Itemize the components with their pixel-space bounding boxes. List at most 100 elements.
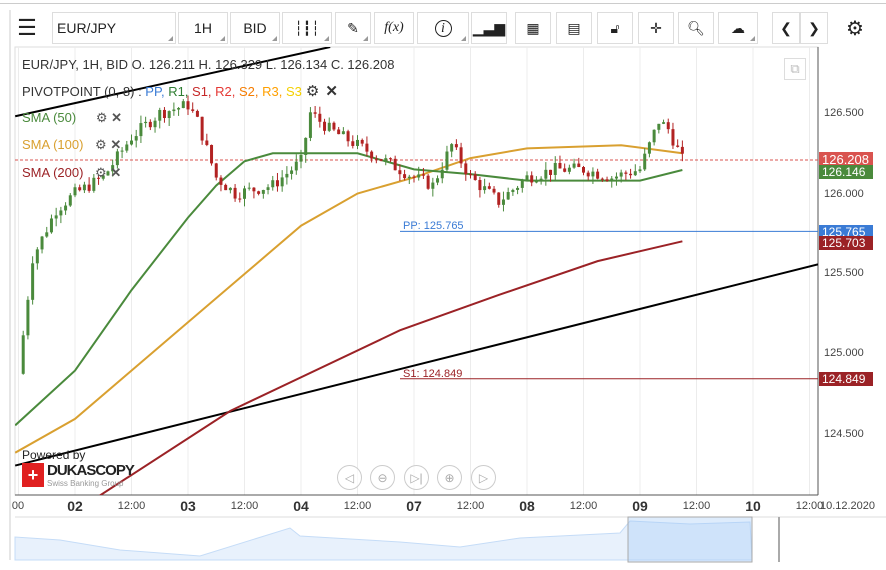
candle-body — [431, 182, 435, 189]
candle-body — [261, 189, 265, 194]
candle-body — [388, 158, 392, 160]
candle-body — [478, 180, 482, 191]
candle-body — [59, 210, 63, 216]
candle-body — [421, 174, 425, 176]
candle-body — [200, 116, 204, 141]
candle-body — [676, 145, 680, 147]
candle-body — [657, 123, 661, 130]
candle-body — [299, 154, 303, 162]
candle-body — [544, 169, 548, 179]
brand-sub: Swiss Banking Group — [47, 479, 124, 488]
scroll-end-button[interactable]: ▷| — [404, 465, 429, 490]
candle-body — [290, 170, 294, 174]
candle-body — [238, 198, 242, 200]
candle-body — [115, 151, 119, 166]
candle-body — [530, 175, 534, 183]
candle-body — [614, 176, 618, 179]
candle-body — [181, 101, 185, 109]
candle-body — [191, 109, 195, 111]
scroll-left-button[interactable]: ◁ — [337, 465, 362, 490]
candle-body — [134, 136, 138, 141]
candle-body — [214, 163, 218, 178]
candle-body — [534, 181, 538, 183]
pivot-item: R3, — [262, 83, 286, 99]
candle-body — [280, 177, 284, 187]
pivot-item: R2, — [215, 83, 239, 99]
candle-body — [153, 120, 157, 128]
candle-body — [73, 187, 77, 196]
candle-body — [501, 199, 505, 205]
candle-body — [195, 110, 199, 117]
detach-button[interactable]: ⧉ — [784, 58, 806, 80]
candle-body — [624, 172, 628, 174]
candle-body — [549, 169, 553, 175]
pivot-name: PIVOTPOINT (0, 8) — [22, 83, 135, 99]
candle-body — [177, 108, 181, 110]
candle-body — [139, 123, 143, 137]
candle-body — [492, 188, 496, 193]
scroll-right-button[interactable]: ▷ — [471, 465, 496, 490]
candle-body — [539, 178, 543, 182]
price-tick: 126.500 — [824, 107, 864, 119]
pivot-sep: : — [134, 83, 146, 99]
ohlc-legend: EUR/JPY, 1H, BID O. 126.211 H. 126.329 L… — [22, 57, 395, 72]
candle-body — [40, 236, 44, 250]
candle-body — [228, 187, 232, 191]
candle-body — [224, 184, 228, 191]
price-tick: 124.500 — [824, 428, 864, 440]
time-tick: 12:00 — [682, 500, 711, 512]
candle-body — [487, 186, 491, 189]
candle-body — [257, 191, 261, 194]
candle-body — [318, 113, 322, 122]
candle-body — [45, 232, 49, 237]
sma50-settings-icon[interactable]: ⚙ — [96, 110, 108, 125]
sma100-close-icon[interactable]: ✕ — [110, 137, 121, 152]
candle-body — [379, 159, 383, 161]
plot-area — [14, 46, 819, 496]
candle-body — [577, 163, 581, 168]
time-tick: 10.12.2020 — [819, 500, 876, 512]
time-tick: 03 — [180, 498, 196, 514]
candle-body — [647, 142, 651, 154]
candle-body — [162, 109, 166, 119]
candle-body — [638, 169, 642, 172]
pivot-settings-icon[interactable]: ⚙ — [306, 82, 319, 100]
sma200-settings-icon[interactable]: ⚙ — [95, 165, 107, 180]
candle-body — [516, 187, 520, 190]
candle-body — [341, 131, 345, 135]
candle-body — [233, 187, 237, 199]
candle-body — [370, 151, 374, 159]
candle-body — [417, 174, 421, 178]
pivot-item: S1, — [192, 83, 216, 99]
sma50-close-icon[interactable]: ✕ — [111, 110, 122, 125]
candle-body — [148, 121, 152, 128]
triangle-left-icon: ◁ — [344, 470, 355, 485]
candle-body — [266, 187, 270, 190]
sma100-settings-icon[interactable]: ⚙ — [95, 137, 107, 152]
time-tick: 00 — [11, 500, 25, 512]
price-tick: 126.000 — [824, 188, 864, 200]
candle-body — [572, 163, 576, 168]
zoom-in-button[interactable]: ⊕ — [437, 465, 462, 490]
pivot-items: PP, R1, S1, R2, S2, R3, S3 — [145, 84, 302, 99]
candle-body — [633, 171, 637, 176]
zoom-in-icon: ⊕ — [444, 470, 455, 485]
candle-body — [64, 205, 68, 211]
sma100-label: SMA (100) — [22, 137, 84, 152]
triangle-right-icon: ▷ — [478, 470, 489, 485]
detach-icon: ⧉ — [790, 61, 800, 76]
sma100-legend: SMA (100) ⚙ ✕ — [22, 137, 121, 153]
candle-body — [511, 189, 515, 193]
candle-body — [662, 122, 666, 124]
pivot-item: S2, — [239, 83, 263, 99]
sma200-close-icon[interactable]: ✕ — [110, 165, 121, 180]
candle-body — [78, 187, 82, 191]
candle-body — [186, 101, 190, 110]
sma50-label: SMA (50) — [22, 110, 77, 125]
zoom-out-button[interactable]: ⊖ — [370, 465, 395, 490]
pivot-close-icon[interactable]: ✕ — [325, 82, 338, 100]
candle-body — [450, 144, 454, 152]
pivot-item: R1, — [168, 83, 193, 99]
candle-body — [360, 139, 364, 144]
candle-body — [525, 175, 529, 181]
